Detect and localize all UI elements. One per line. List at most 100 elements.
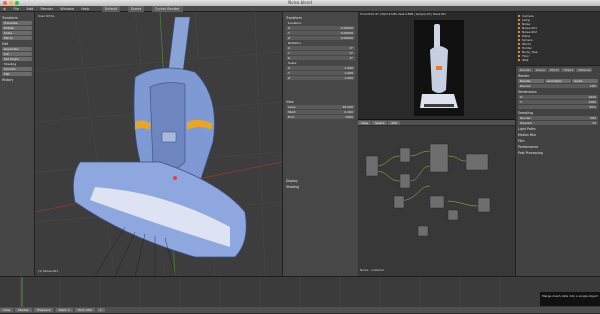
post-processing-section-header[interactable]: Post Processing — [518, 151, 598, 155]
right-column: Camera Lamp Noise Noise.001 Noise.002 Pl… — [515, 12, 600, 276]
set-origin-button[interactable]: Set Origin — [2, 57, 32, 61]
render-view[interactable]: Time:00:01.87 | Mem:6.50M, Peak 6.85M | … — [358, 12, 515, 120]
node-glossy-bsdf — [429, 195, 445, 209]
rotation-label: Rotation: — [288, 41, 302, 45]
clip-end-field[interactable]: End: 1000 — [286, 115, 355, 119]
scale-x-field[interactable]: X 1.000 — [286, 66, 355, 70]
tooltip: Merge mesh data into a single object — [540, 292, 600, 306]
timeline-frame-field[interactable]: 1 — [96, 308, 105, 312]
flat-button[interactable]: Flat — [2, 72, 32, 76]
timeline[interactable]: View Marker Playback Start: 1 End: 250 1 — [0, 276, 600, 314]
dimensions-section-header[interactable]: Dimensions — [518, 90, 598, 94]
outliner-item[interactable]: Wall — [518, 58, 598, 62]
outliner[interactable]: Camera Lamp Noise Noise.001 Noise.002 Pl… — [516, 12, 600, 66]
tab-material[interactable]: Material — [576, 68, 593, 72]
render-samples-field[interactable]: Render: 500 — [518, 116, 598, 120]
node-bump — [393, 195, 405, 209]
scale-z-field[interactable]: Z 1.000 — [286, 76, 355, 80]
rotation-y-field[interactable]: Y 0° — [286, 51, 355, 55]
vacuum-logo-plate — [161, 131, 177, 143]
render-button[interactable]: Render — [518, 79, 544, 83]
timeline-header: View Marker Playback Start: 1 End: 250 1 — [0, 307, 600, 314]
mirror-button[interactable]: Mirror — [2, 36, 32, 40]
node-editor[interactable]: View Select Add Noise - material — [358, 120, 515, 276]
tab-world[interactable]: World — [547, 68, 561, 72]
animation-button[interactable]: Animation — [545, 79, 571, 83]
join-button[interactable]: Join — [2, 52, 32, 56]
node-links — [375, 150, 479, 207]
audio-button[interactable]: Audio — [572, 79, 598, 83]
translate-button[interactable]: Translate — [2, 21, 32, 25]
timeline-playback-menu[interactable]: Playback — [34, 308, 54, 312]
node-value — [417, 225, 429, 237]
tab-render[interactable]: Render — [518, 68, 533, 72]
render-info: Time:00:01.87 | Mem:6.50M, Peak 6.85M | … — [360, 13, 446, 16]
device-field[interactable]: Device: CPU — [518, 84, 598, 88]
node-mapping — [399, 147, 411, 163]
resolution-x-field[interactable]: X: 1920 — [518, 95, 598, 99]
lens-field[interactable]: Lens: 35.000 — [286, 105, 355, 109]
node-color-ramp — [429, 143, 449, 173]
node-view-menu[interactable]: View — [358, 121, 372, 125]
performance-section-header[interactable]: Performance — [518, 145, 598, 149]
film-section-header[interactable]: Film — [518, 139, 598, 143]
3d-viewport[interactable]: User Ortho (1) Noise.001 — [35, 12, 282, 276]
scale-button[interactable]: Scale — [2, 31, 32, 35]
npanel-transform-header[interactable]: Transform — [286, 16, 355, 20]
history-section-header[interactable]: History — [2, 78, 32, 82]
resolution-percent-field[interactable]: 50% — [518, 105, 598, 109]
clip-start-field[interactable]: Start: 0.100 — [286, 110, 355, 114]
rotate-button[interactable]: Rotate — [2, 26, 32, 30]
node-add-menu[interactable]: Add — [388, 121, 401, 125]
smooth-button[interactable]: Smooth — [2, 67, 32, 71]
node-select-menu[interactable]: Select — [372, 121, 388, 125]
edit-section-header[interactable]: Edit — [2, 42, 32, 46]
npanel-shading-header[interactable]: Shading — [286, 185, 355, 189]
location-z-field[interactable]: Z 0.00000 — [286, 36, 355, 40]
render-vacuum-accent — [436, 66, 442, 70]
duplicate-button[interactable]: Duplicate — [2, 47, 32, 51]
tool-shelf: Transform Translate Rotate Scale Mirror … — [0, 12, 35, 276]
node-texture-coordinate — [365, 155, 379, 177]
sampling-section-header[interactable]: Sampling — [518, 111, 598, 115]
node-graph-canvas — [365, 143, 491, 237]
properties-n-panel: Transform Location: X 0.00000 Y 0.00000 Z0… — [282, 12, 358, 276]
node-diffuse-bsdf — [447, 209, 459, 221]
timeline-view-menu[interactable]: View — [0, 308, 14, 312]
timeline-start-field[interactable]: Start: 1 — [55, 308, 73, 312]
motion-blur-section-header[interactable]: Motion Blur — [518, 133, 598, 137]
viewport-view-label: User Ortho — [38, 14, 55, 18]
light-paths-section-header[interactable]: Light Paths — [518, 127, 598, 131]
timeline-marker-menu[interactable]: Marker — [15, 308, 32, 312]
scale-y-field[interactable]: Y 1.000 — [286, 71, 355, 75]
rotation-x-field[interactable]: X 0° — [286, 46, 355, 50]
properties-tabs: Render Scene World Object Material — [518, 68, 598, 72]
node-noise-texture — [399, 173, 411, 189]
render-vacuum-base — [424, 104, 454, 107]
render-image-canvas — [420, 24, 458, 108]
node-mix-shader — [465, 153, 489, 171]
timeline-canvas — [19, 277, 501, 307]
npanel-view-header[interactable]: View — [286, 100, 355, 104]
preview-samples-field[interactable]: Preview: 10 — [518, 121, 598, 125]
tab-object[interactable]: Object — [561, 68, 576, 72]
render-section-header[interactable]: Render — [518, 74, 598, 78]
rotation-z-field[interactable]: Z 0° — [286, 56, 355, 60]
render-image — [414, 20, 464, 116]
scale-label: Scale: — [288, 61, 298, 65]
vacuum-panel — [149, 82, 186, 172]
location-label: Location: — [288, 21, 302, 25]
node-tree-label: Noise - material — [360, 268, 384, 272]
shading-label: Shading — [4, 62, 17, 66]
location-y-field[interactable]: Y 0.00000 — [286, 31, 355, 35]
properties-editor: Render Scene World Object Material Rende… — [516, 66, 600, 158]
viewport-canvas — [35, 12, 282, 276]
location-x-field[interactable]: X 0.00000 — [286, 26, 355, 30]
transform-section-header[interactable]: Transform — [2, 16, 32, 20]
resolution-y-field[interactable]: Y: 1080 — [518, 100, 598, 104]
object-origin-dot — [173, 176, 177, 180]
timeline-end-field[interactable]: End: 250 — [75, 308, 95, 312]
tab-scene[interactable]: Scene — [533, 68, 547, 72]
node-material-output — [477, 197, 491, 213]
npanel-display-header[interactable]: Display — [286, 179, 355, 183]
